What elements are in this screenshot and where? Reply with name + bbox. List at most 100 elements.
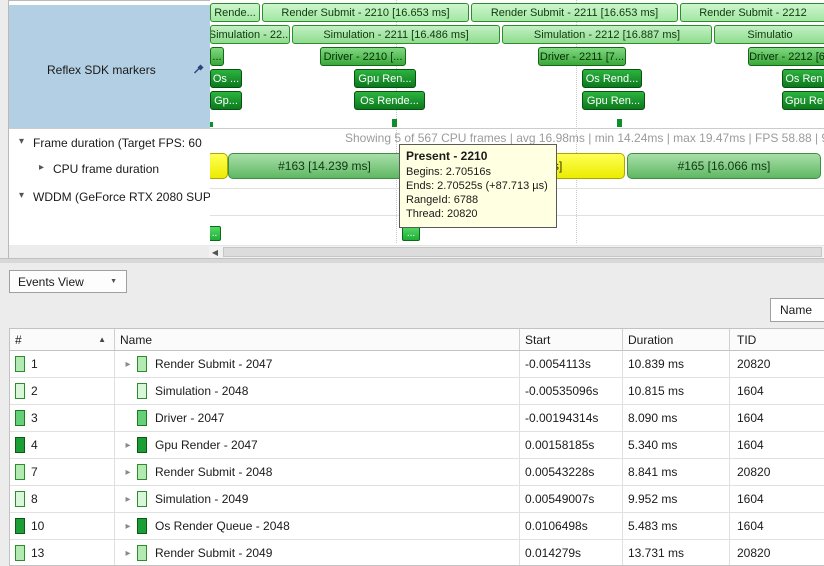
expand-icon[interactable]: ▸ (121, 440, 135, 451)
event-start: 0.00549007s (525, 492, 594, 506)
cell-name: ▸Render Submit - 2048 (115, 459, 520, 485)
events-table: #▲NameStartDurationTID 1 ▸Render Submit -… (9, 328, 824, 566)
cell-name: ▸Render Submit - 2047 (115, 351, 520, 377)
chevron-right-icon[interactable]: ▸ (39, 162, 53, 173)
tree-item-label: CPU frame duration (53, 162, 159, 176)
frame-bar[interactable] (210, 153, 228, 179)
cell-start: 0.00543228s (520, 459, 623, 485)
panel-splitter[interactable] (0, 258, 824, 263)
cell-duration: 5.340 ms (623, 432, 730, 458)
pin-icon[interactable] (192, 61, 206, 75)
cell-start: -0.00194314s (520, 405, 623, 431)
tooltip-lines: Begins: 2.70516sEnds: 2.70525s (+87.713 … (406, 165, 548, 221)
frame-bar[interactable]: #165 [16.066 ms] (627, 153, 821, 179)
event-duration: 5.483 ms (628, 519, 677, 533)
event-tid: 1604 (737, 384, 764, 398)
marker-bar[interactable]: Rende... (210, 3, 260, 22)
marker-bar[interactable]: Driver - 2212 [6 (748, 47, 824, 66)
marker-bar[interactable]: Os Rende... (354, 91, 425, 110)
marker-bar[interactable]: Os Rend... (582, 69, 642, 88)
row-number: 8 (31, 492, 38, 506)
marker-bar[interactable]: Render Submit - 2210 [16.653 ms] (262, 3, 469, 22)
marker-bar[interactable]: Simulation - 22... (210, 25, 290, 44)
scroll-left-button[interactable]: ◀ (209, 246, 221, 258)
color-swatch (137, 518, 147, 534)
event-tid: 20820 (737, 357, 770, 371)
event-start: 0.014279s (525, 546, 581, 560)
table-row[interactable]: 3Driver - 2047-0.00194314s8.090 ms1604 (10, 405, 824, 432)
table-row[interactable]: 1▸Render Submit - 2047-0.0054113s10.839 … (10, 351, 824, 378)
mini-event-marker[interactable]: ... (402, 226, 420, 241)
cell-name: ▸Gpu Render - 2047 (115, 432, 520, 458)
cell-number: 2 (10, 378, 115, 404)
chevron-down-icon[interactable]: ▾ (19, 136, 33, 147)
marker-bar[interactable]: Gpu Re (782, 91, 824, 110)
name-filter-box[interactable]: Name (770, 298, 824, 322)
expand-icon[interactable]: ▸ (121, 494, 135, 505)
color-swatch (15, 464, 25, 480)
marker-bar[interactable]: Driver - 2211 [7... (538, 47, 626, 66)
color-swatch (137, 383, 147, 399)
reflex-markers-row[interactable]: Reflex SDK markers (9, 5, 210, 128)
event-name: Simulation - 2048 (155, 384, 248, 398)
cell-start: 0.00158185s (520, 432, 623, 458)
marker-bar[interactable]: Simulatio (714, 25, 824, 44)
tree-item-label: Frame duration (Target FPS: 60 (33, 136, 202, 150)
nsight-profiler-window: Reflex SDK markers ▾Frame duration (Targ… (0, 0, 824, 566)
marker-bar[interactable]: Gp... (210, 91, 242, 110)
expand-icon[interactable]: ▸ (121, 548, 135, 559)
tree-item-0[interactable]: ▾Frame duration (Target FPS: 60 (9, 136, 219, 152)
table-row[interactable]: 4▸Gpu Render - 20470.00158185s5.340 ms16… (10, 432, 824, 459)
row-number: 2 (31, 384, 38, 398)
event-tid: 1604 (737, 411, 764, 425)
row-number: 13 (31, 546, 44, 560)
marker-bar[interactable]: Gpu Ren... (582, 91, 645, 110)
tree-item-1[interactable]: ▸CPU frame duration (9, 162, 239, 178)
header-cell-name[interactable]: Name (115, 329, 520, 350)
row-number: 1 (31, 357, 38, 371)
events-view-dropdown[interactable]: Events View ▼ (9, 270, 127, 293)
table-row[interactable]: 10▸Os Render Queue - 20480.0106498s5.483… (10, 513, 824, 540)
present-tick[interactable] (392, 119, 397, 127)
marker-bar[interactable]: Simulation - 2212 [16.887 ms] (502, 25, 712, 44)
marker-bar[interactable]: Gpu Ren... (354, 69, 416, 88)
marker-bar[interactable]: Simulation - 2211 [16.486 ms] (292, 25, 500, 44)
chevron-down-icon[interactable]: ▾ (19, 190, 33, 201)
expand-icon[interactable]: ▸ (121, 359, 135, 370)
marker-bar[interactable]: Driver - 2210 [... (320, 47, 406, 66)
tree-item-2[interactable]: ▾WDDM (GeForce RTX 2080 SUP (9, 190, 219, 206)
cell-tid: 1604 (730, 432, 824, 458)
cell-tid: 20820 (730, 540, 824, 566)
expand-icon[interactable]: ▸ (121, 521, 135, 532)
table-row[interactable]: 8▸Simulation - 20490.00549007s9.952 ms16… (10, 486, 824, 513)
mini-event-marker[interactable]: .. (210, 226, 221, 241)
header-cell-tid[interactable]: TID (730, 329, 824, 350)
present-tick[interactable] (210, 122, 213, 127)
sort-asc-icon[interactable]: ▲ (98, 335, 106, 344)
marker-bar[interactable]: Os Ren (782, 69, 824, 88)
marker-bar[interactable]: Render Submit - 2212 (680, 3, 824, 22)
event-name: Driver - 2047 (155, 411, 224, 425)
cell-number: 13 (10, 540, 115, 566)
header-cell-start[interactable]: Start (520, 329, 623, 350)
h-scrollbar[interactable]: ◀ (209, 245, 824, 258)
table-row[interactable]: 2Simulation - 2048-0.00535096s10.815 ms1… (10, 378, 824, 405)
marker-bar[interactable]: ... (210, 47, 224, 66)
header-cell-[interactable]: #▲ (10, 329, 115, 350)
scroll-thumb[interactable] (223, 247, 822, 257)
header-cell-duration[interactable]: Duration (623, 329, 730, 350)
table-row[interactable]: 13▸Render Submit - 20490.014279s13.731 m… (10, 540, 824, 566)
event-start: -0.00535096s (525, 384, 598, 398)
present-tick[interactable] (617, 119, 622, 127)
color-swatch (137, 491, 147, 507)
frame-bar[interactable]: #163 [14.239 ms] (228, 153, 421, 179)
events-view-label: Events View (18, 275, 84, 289)
cell-start: -0.0054113s (520, 351, 623, 377)
reflex-markers-label: Reflex SDK markers (47, 63, 156, 77)
expand-icon[interactable]: ▸ (121, 467, 135, 478)
table-row[interactable]: 7▸Render Submit - 20480.00543228s8.841 m… (10, 459, 824, 486)
color-swatch (137, 356, 147, 372)
marker-bar[interactable]: Render Submit - 2211 [16.653 ms] (471, 3, 678, 22)
marker-bar[interactable]: Os ... (210, 69, 242, 88)
cell-tid: 1604 (730, 486, 824, 512)
